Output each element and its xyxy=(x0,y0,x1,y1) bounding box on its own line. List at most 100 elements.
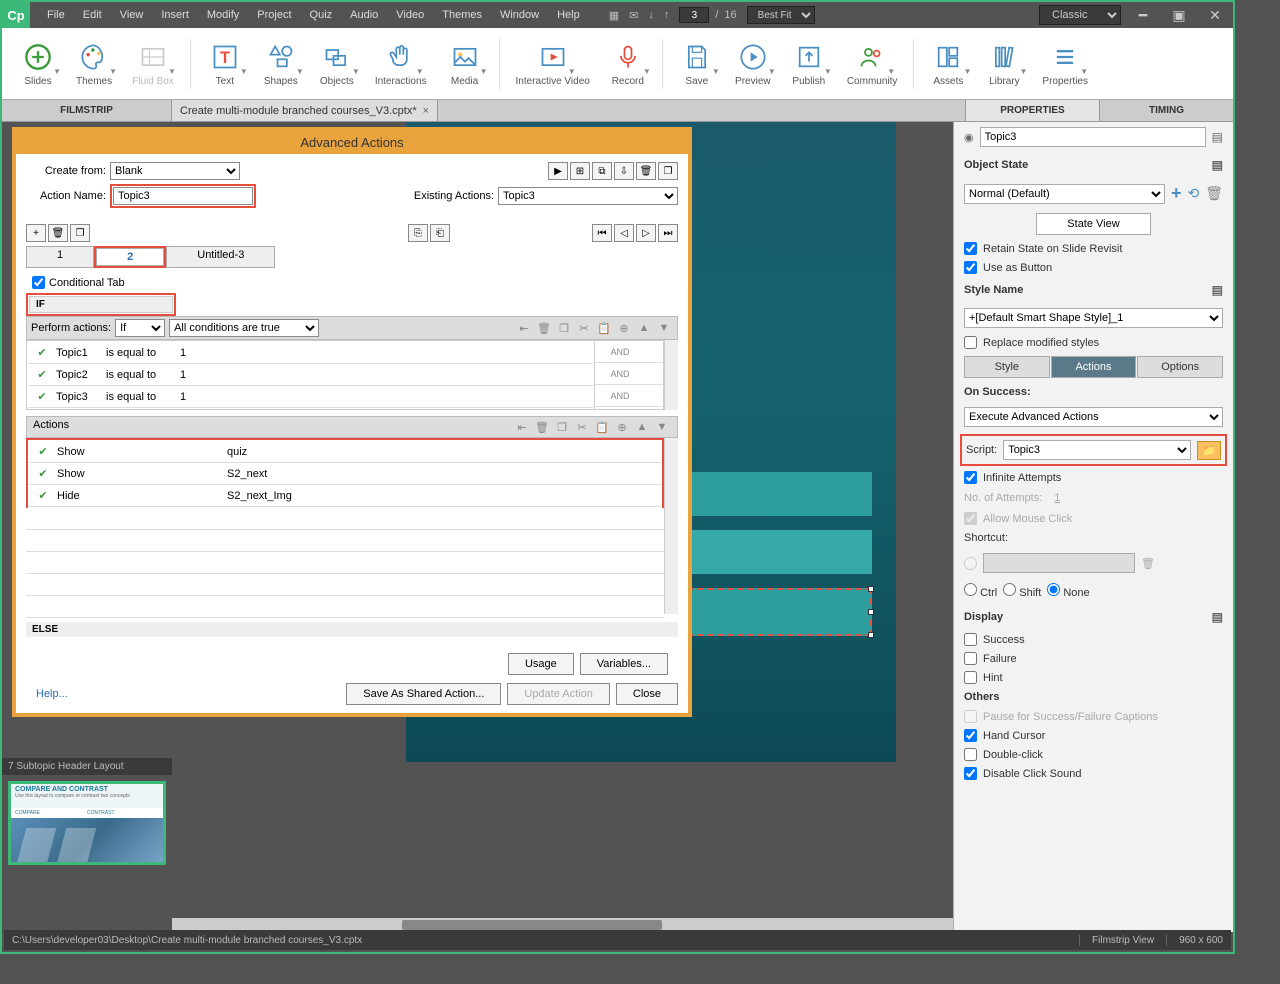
mail-icon[interactable]: ✉ xyxy=(629,9,638,22)
paste-icon[interactable]: 📋 xyxy=(595,320,613,336)
ctrl-radio[interactable]: Ctrl xyxy=(964,583,997,599)
delete-tab-icon[interactable]: 🗑 xyxy=(48,224,68,242)
menu-edit[interactable]: Edit xyxy=(74,5,111,25)
properties-panel-tab[interactable]: PROPERTIES xyxy=(965,100,1099,121)
close-button[interactable]: Close xyxy=(616,683,678,705)
first-icon[interactable]: ⏮ xyxy=(592,224,612,242)
create-from-select[interactable]: Blank xyxy=(110,162,240,180)
actions-scrollbar[interactable] xyxy=(664,438,678,614)
copy-action-icon[interactable]: ⎘ xyxy=(408,224,428,242)
condition-row[interactable]: ✔Topic3is equal to1 xyxy=(28,386,593,408)
shift-radio[interactable]: Shift xyxy=(1003,583,1041,599)
insert-icon[interactable]: ⊕ xyxy=(613,419,631,435)
import-icon[interactable]: ⇩ xyxy=(614,162,634,180)
close-icon[interactable]: ✕ xyxy=(1201,5,1229,25)
logic-and[interactable]: AND xyxy=(595,347,645,357)
minimize-icon[interactable]: ━ xyxy=(1129,5,1157,25)
duplicate-icon[interactable]: ⧉ xyxy=(592,162,612,180)
condition-row[interactable]: ✔Topic1is equal to1 xyxy=(28,342,593,364)
current-page-input[interactable] xyxy=(679,7,709,23)
action-target[interactable]: S2_next_Img xyxy=(227,490,661,502)
save-shared-button[interactable]: Save As Shared Action... xyxy=(346,683,501,705)
existing-actions-select[interactable]: Topic3 xyxy=(498,187,678,205)
action-command[interactable]: Show xyxy=(57,446,227,458)
menu-audio[interactable]: Audio xyxy=(341,5,387,25)
none-radio[interactable]: None xyxy=(1047,583,1089,599)
object-name-input[interactable] xyxy=(980,127,1206,147)
condition-variable[interactable]: Topic3 xyxy=(56,391,106,403)
prev-icon[interactable]: ◁ xyxy=(614,224,634,242)
condition-variable[interactable]: Topic1 xyxy=(56,347,106,359)
toolbar-interactions-button[interactable]: ▼Interactions xyxy=(365,36,437,91)
action-command[interactable]: Hide xyxy=(57,490,227,502)
up-icon[interactable]: ▲ xyxy=(633,419,651,435)
use-as-button-checkbox[interactable]: Use as Button xyxy=(954,258,1233,277)
menu-themes[interactable]: Themes xyxy=(433,5,491,25)
menu-view[interactable]: View xyxy=(111,5,153,25)
perform-select[interactable]: If xyxy=(115,319,165,337)
condition-value[interactable]: 1 xyxy=(180,391,593,403)
toolbar-objects-button[interactable]: ▼Objects xyxy=(309,36,365,91)
condition-operator[interactable]: is equal to xyxy=(106,369,180,381)
condition-value[interactable]: 1 xyxy=(180,369,593,381)
panel-menu-icon[interactable]: ▤ xyxy=(1212,610,1223,624)
indent-icon[interactable]: ⇤ xyxy=(513,419,531,435)
condition-match-select[interactable]: All conditions are true xyxy=(169,319,319,337)
paste-action-icon[interactable]: ⎗ xyxy=(430,224,450,242)
preview-icon[interactable]: ▶ xyxy=(548,162,568,180)
up-icon[interactable]: ▲ xyxy=(635,320,653,336)
success-checkbox[interactable]: Success xyxy=(954,630,1233,649)
copy-icon[interactable]: ❐ xyxy=(555,320,573,336)
toolbar-save-button[interactable]: ▼Save xyxy=(669,36,725,91)
toolbar-preview-button[interactable]: ▼Preview xyxy=(725,36,781,91)
toolbar-shapes-button[interactable]: ▼Shapes xyxy=(253,36,309,91)
maximize-icon[interactable]: ▣ xyxy=(1165,5,1193,25)
toolbar-assets-button[interactable]: ▼Assets xyxy=(920,36,976,91)
folder-icon[interactable]: 📁 xyxy=(1197,441,1221,460)
conditions-scrollbar[interactable] xyxy=(664,340,678,410)
decision-tab-2[interactable]: 2 xyxy=(96,248,164,266)
delete-state-icon[interactable]: 🗑 xyxy=(1205,185,1223,202)
add-tab-icon[interactable]: + xyxy=(26,224,46,242)
toolbar-publish-button[interactable]: ▼Publish xyxy=(781,36,837,91)
infinite-attempts-checkbox[interactable]: Infinite Attempts xyxy=(954,468,1233,487)
panel-menu-icon[interactable]: ▤ xyxy=(1212,158,1223,172)
action-target[interactable]: S2_next xyxy=(227,468,661,480)
help-link[interactable]: Help... xyxy=(26,684,78,704)
action-row-empty[interactable] xyxy=(26,508,664,530)
actions-tab[interactable]: Actions xyxy=(1051,356,1137,378)
usage-button[interactable]: Usage xyxy=(508,653,574,675)
logic-and[interactable]: AND xyxy=(595,369,645,379)
logic-and[interactable]: AND xyxy=(595,391,645,401)
conditional-tab-checkbox[interactable]: Conditional Tab xyxy=(26,272,678,293)
cut-icon[interactable]: ✂ xyxy=(573,419,591,435)
menu-project[interactable]: Project xyxy=(248,5,300,25)
selection-handle[interactable] xyxy=(868,609,874,615)
document-tab[interactable]: Create multi-module branched courses_V3.… xyxy=(172,100,438,121)
condition-value[interactable]: 1 xyxy=(180,347,593,359)
zoom-select[interactable]: Best Fit xyxy=(747,6,815,24)
down-icon[interactable]: ▼ xyxy=(653,419,671,435)
next-icon[interactable]: ▷ xyxy=(636,224,656,242)
delete-icon[interactable]: 🗑 xyxy=(636,162,656,180)
menu-quiz[interactable]: Quiz xyxy=(301,5,342,25)
variables-button[interactable]: Variables... xyxy=(580,653,668,675)
document-tab-close-icon[interactable]: × xyxy=(423,105,429,117)
eye-icon[interactable]: ◉ xyxy=(964,131,974,144)
workspace-select[interactable]: Classic xyxy=(1039,5,1121,25)
delete-shortcut-icon[interactable]: 🗑 xyxy=(1141,557,1155,570)
menu-modify[interactable]: Modify xyxy=(198,5,248,25)
menu-insert[interactable]: Insert xyxy=(152,5,198,25)
toolbar-media-button[interactable]: ▼Media xyxy=(437,36,493,91)
action-command[interactable]: Show xyxy=(57,468,227,480)
add-icon[interactable]: ⊞ xyxy=(570,162,590,180)
action-row-empty[interactable] xyxy=(26,574,664,596)
decision-tab-1[interactable]: 1 xyxy=(26,246,94,268)
panel-menu-icon[interactable]: ▤ xyxy=(1212,130,1223,144)
style-select[interactable]: +[Default Smart Shape Style]_1 xyxy=(964,308,1223,328)
paste-icon[interactable]: 📋 xyxy=(593,419,611,435)
menu-window[interactable]: Window xyxy=(491,5,548,25)
hand-cursor-checkbox[interactable]: Hand Cursor xyxy=(954,726,1233,745)
add-state-icon[interactable]: + xyxy=(1171,183,1182,204)
insert-icon[interactable]: ⊕ xyxy=(615,320,633,336)
